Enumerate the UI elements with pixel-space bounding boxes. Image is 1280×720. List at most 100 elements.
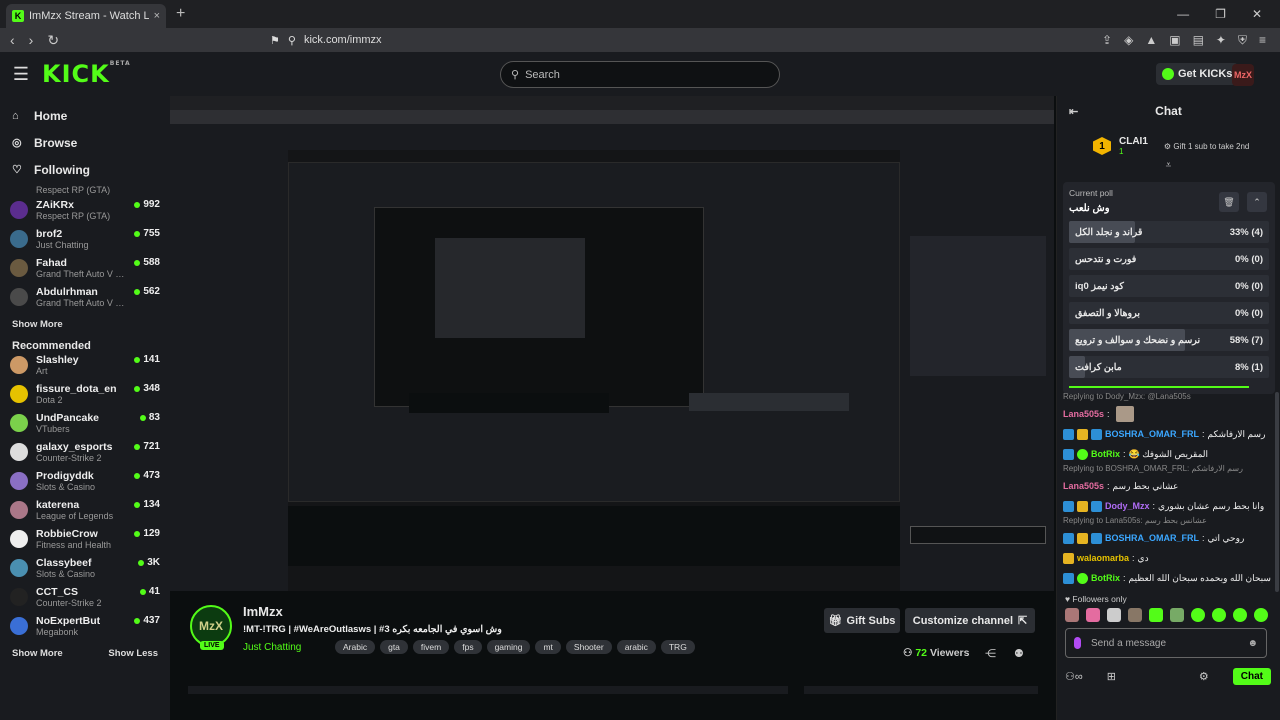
sidebar-channel-galaxy_esports[interactable]: galaxy_esports Counter-Strike 2 721 xyxy=(0,441,170,470)
chat-username[interactable]: BOSHRA_OMAR_FRL xyxy=(1105,533,1199,543)
chat-username[interactable]: Lana505s xyxy=(1063,409,1104,419)
chat-users-icon[interactable]: ⚇∞ xyxy=(1065,670,1083,683)
stream-tag[interactable]: fivem xyxy=(412,640,450,654)
close-window-button[interactable]: ✕ xyxy=(1252,7,1262,21)
chat-settings-icon[interactable]: ⚙ xyxy=(1199,670,1209,683)
emoji-icon[interactable]: ☻ xyxy=(1247,638,1258,649)
share-icon[interactable]: ⇪ xyxy=(1102,33,1112,48)
sidebar-nav-following[interactable]: ♡ Following xyxy=(0,156,170,183)
sidebar-channel-prodigyddk[interactable]: Prodigyddk Slots & Casino 473 xyxy=(0,470,170,499)
site-info-icon[interactable]: ⚲ xyxy=(288,34,296,47)
rewards-icon[interactable]: ▲ xyxy=(1145,33,1157,48)
customize-channel-button[interactable]: Customize channel ⇱ xyxy=(905,608,1035,633)
leader-name[interactable]: CLAI1 xyxy=(1119,136,1148,147)
emote-5[interactable] xyxy=(1149,608,1163,622)
stream-tag[interactable]: Shooter xyxy=(565,640,612,654)
sidebar-nav-home[interactable]: ⌂ Home xyxy=(0,102,170,129)
collapse-chat-icon[interactable]: ⇤ xyxy=(1069,105,1078,118)
chat-username[interactable]: Dody_Mzx xyxy=(1105,501,1150,511)
wallet-icon[interactable]: ▤ xyxy=(1193,33,1204,48)
sidebar-channel-undpancake[interactable]: UndPancake VTubers 83 xyxy=(0,412,170,441)
new-tab-button[interactable]: + xyxy=(176,5,185,23)
tab-close-icon[interactable]: × xyxy=(154,10,160,22)
poll-option[interactable]: نرسم و نضحك و سوالف و ترويع 58% (7) xyxy=(1069,329,1269,351)
emote-4[interactable] xyxy=(1128,608,1142,622)
get-kicks-button[interactable]: Get KICKs xyxy=(1156,63,1239,85)
store-icon[interactable]: ⊞ xyxy=(1107,670,1116,683)
chat-username[interactable]: BotRix xyxy=(1091,449,1120,459)
sidebar-channel-classybeef[interactable]: Classybeef Slots & Casino 3K xyxy=(0,557,170,586)
vpn-icon[interactable]: ⛨ xyxy=(1238,33,1247,48)
sidebar-nav-browse[interactable]: ◎ Browse xyxy=(0,129,170,156)
emote-1[interactable] xyxy=(1065,608,1079,622)
sidebar-channel-fissure_dota_en[interactable]: fissure_dota_en Dota 2 348 xyxy=(0,383,170,412)
hamburger-menu-icon[interactable]: ☰ xyxy=(0,64,42,85)
url-field[interactable]: ⚑ ⚲ kick.com/immzx xyxy=(270,34,1102,47)
sidebar-channel-slashley[interactable]: Slashley Art 141 xyxy=(0,354,170,383)
sidebar-channel-robbiecrow[interactable]: RobbieCrow Fitness and Health 129 xyxy=(0,528,170,557)
delete-poll-icon[interactable]: 🗑︎ xyxy=(1219,192,1239,212)
poll-option[interactable]: iq0 كود نيمز 0% (0) xyxy=(1069,275,1269,297)
sidebar-channel-noexpertbut[interactable]: NoExpertBut Megabonk 437 xyxy=(0,615,170,644)
chat-scrollbar[interactable] xyxy=(1275,392,1279,592)
poll-option[interactable]: قراند و نجلد الكل 33% (4) xyxy=(1069,221,1269,243)
share-icon[interactable]: ⋲ xyxy=(985,647,996,660)
leo-icon[interactable]: ✦ xyxy=(1216,33,1226,48)
chat-username[interactable]: BOSHRA_OMAR_FRL xyxy=(1105,429,1199,439)
stream-tag[interactable]: arabic xyxy=(616,640,656,654)
poll-option[interactable]: مابن كرافت 8% (1) xyxy=(1069,356,1269,378)
minimize-button[interactable]: — xyxy=(1177,7,1189,21)
send-chat-button[interactable]: Chat xyxy=(1232,667,1271,685)
stream-tag[interactable]: gaming xyxy=(486,640,531,654)
menu-icon[interactable]: ≡ xyxy=(1259,33,1266,48)
emote-9[interactable] xyxy=(1233,608,1247,622)
leaderboard-cta[interactable]: ⚙ Gift 1 sub to take 2nd xyxy=(1164,142,1249,151)
chat-username[interactable]: Lana505s xyxy=(1063,481,1104,491)
chat-username[interactable]: walaomarba xyxy=(1077,553,1129,563)
emote-3[interactable] xyxy=(1107,608,1121,622)
chat-message-input[interactable]: Send a message ☻ xyxy=(1065,628,1267,658)
stream-tag[interactable]: gta xyxy=(380,640,408,654)
sidebar-channel-fahad[interactable]: Fahad Grand Theft Auto V (G... 588 xyxy=(0,257,170,286)
expand-leaderboard-icon[interactable]: ⩡ xyxy=(1057,160,1280,171)
reload-icon[interactable]: ↻ xyxy=(47,32,59,49)
show-more-recommended[interactable]: Show More xyxy=(12,648,63,659)
show-more-following[interactable]: Show More xyxy=(0,315,170,334)
sidebar-channel-abdulrhman[interactable]: Abdulrhman Grand Theft Auto V (G... 562 xyxy=(0,286,170,315)
sidebar-channel-brof2[interactable]: brof2 Just Chatting 755 xyxy=(0,228,170,257)
back-icon[interactable]: ‹ xyxy=(10,32,15,49)
emote-2[interactable] xyxy=(1086,608,1100,622)
show-less-recommended[interactable]: Show Less xyxy=(108,648,158,659)
emote-6[interactable] xyxy=(1170,608,1184,622)
gift-subs-button[interactable]: 🎁︎ Gift Subs xyxy=(824,608,900,633)
bookmark-icon[interactable]: ⚑ xyxy=(270,34,280,47)
kick-logo[interactable]: KICKBETA xyxy=(42,60,131,88)
stream-tag[interactable]: mt xyxy=(535,640,561,654)
mic-icon[interactable] xyxy=(1074,637,1081,649)
sidebar-channel-cct_cs[interactable]: CCT_CS Counter-Strike 2 41 xyxy=(0,586,170,615)
user-avatar[interactable]: MzX xyxy=(1232,64,1254,86)
sidebar-channel-partial[interactable]: Respect RP (GTA) xyxy=(0,185,170,199)
collapse-poll-icon[interactable]: ⌃ xyxy=(1247,192,1267,212)
emote-8[interactable] xyxy=(1212,608,1226,622)
stream-tag[interactable]: TRG xyxy=(660,640,695,654)
maximize-button[interactable]: ❐ xyxy=(1215,7,1226,21)
stream-tag[interactable]: Arabic xyxy=(335,640,376,654)
chat-username[interactable]: BotRix xyxy=(1091,573,1120,583)
stream-tag[interactable]: fps xyxy=(454,640,482,654)
forward-icon[interactable]: › xyxy=(29,32,34,49)
browser-tab[interactable]: K ImMzx Stream - Watch Live o × xyxy=(6,4,166,28)
poll-option[interactable]: بروهالا و التصفق 0% (0) xyxy=(1069,302,1269,324)
streamer-name[interactable]: ImMzx xyxy=(243,604,283,619)
brave-shield-icon[interactable]: ◈ xyxy=(1124,33,1133,48)
video-player[interactable] xyxy=(170,96,1054,591)
stream-category[interactable]: Just Chatting xyxy=(243,642,301,653)
search-input[interactable]: ⚲ Search xyxy=(500,61,780,88)
follow-user-icon[interactable]: ⚉ xyxy=(1014,647,1024,660)
sidebar-channel-katerena[interactable]: katerena League of Legends 134 xyxy=(0,499,170,528)
emote-10[interactable] xyxy=(1254,608,1268,622)
poll-option[interactable]: فورت و نتدحس 0% (0) xyxy=(1069,248,1269,270)
sidebar-toggle-icon[interactable]: ▣ xyxy=(1169,33,1180,48)
emote-7[interactable] xyxy=(1191,608,1205,622)
sidebar-channel-zaikrx[interactable]: ZAiKRx Respect RP (GTA) 992 xyxy=(0,199,170,228)
